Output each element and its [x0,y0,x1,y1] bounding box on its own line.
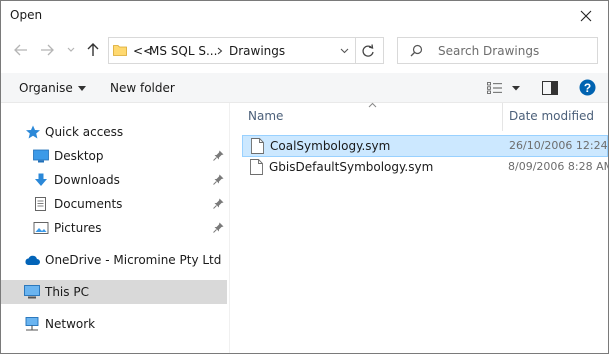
sidebar-item-label: Network [45,317,96,331]
column-header-label: Date modified [509,109,595,123]
sidebar-item-network[interactable]: Network [1,312,227,336]
forward-button[interactable] [39,42,55,58]
star-icon [26,125,40,139]
file-name: GbisDefaultSymbology.sym [269,160,434,174]
sidebar-item-documents[interactable]: Documents [1,192,227,216]
refresh-icon[interactable] [359,42,377,60]
chevron-down-icon[interactable] [340,48,349,54]
download-icon [35,173,47,186]
open-dialog: Open << MS SQL S... Drawings Search Draw… [0,0,609,354]
file-icon [250,159,263,175]
new-folder-button[interactable]: New folder [110,81,175,95]
navigation-pane: Quick access Desktop Downloads Documents… [1,103,229,353]
chevron-down-icon [67,47,75,52]
sidebar-item-label: Downloads [54,173,120,187]
cloud-icon [25,255,40,265]
sidebar-item-this-pc[interactable]: This PC [1,280,227,304]
organise-label: Organise [19,81,73,95]
close-button[interactable] [574,5,598,27]
pin-icon[interactable] [213,198,224,209]
file-name: CoalSymbology.sym [270,139,391,153]
pictures-icon [33,222,49,234]
sidebar-item-downloads[interactable]: Downloads [1,168,227,192]
caret-down-icon [77,86,86,91]
view-options-icon[interactable] [487,82,503,94]
breadcrumb-segment[interactable]: Drawings [229,44,285,58]
folder-icon [113,45,127,56]
up-button[interactable] [85,42,101,58]
sidebar-item-label: Desktop [54,149,104,163]
sidebar-item-pictures[interactable]: Pictures [1,216,227,240]
column-header-date-modified[interactable]: Date modified [503,103,608,131]
address-bar[interactable]: << MS SQL S... Drawings [108,37,384,64]
breadcrumb-segment[interactable]: MS SQL S... [149,44,217,58]
sidebar-item-label: OneDrive - Micromine Pty Ltd [45,253,222,267]
navigation-row: << MS SQL S... Drawings Search Drawings [1,33,608,69]
arrow-right-icon [41,44,54,56]
breadcrumb-chevron-icon [217,47,223,55]
sidebar-item-quick-access[interactable]: Quick access [1,120,227,144]
sidebar-item-label: This PC [45,285,89,299]
back-button[interactable] [13,42,29,58]
close-icon [580,10,592,22]
pin-icon[interactable] [213,150,224,161]
computer-icon [24,285,40,299]
file-list: Name Date modified CoalSymbology.sym 26/… [230,102,608,353]
sidebar-item-label: Documents [54,197,123,211]
arrow-up-icon [87,43,99,56]
sidebar-item-desktop[interactable]: Desktop [1,144,227,168]
sidebar-item-onedrive[interactable]: OneDrive - Micromine Pty Ltd [1,248,227,272]
sidebar-item-label: Pictures [54,221,102,235]
window-title: Open [10,8,43,22]
search-box[interactable]: Search Drawings [397,37,598,64]
pin-icon[interactable] [213,222,224,233]
divider [355,38,356,63]
recent-locations-button[interactable] [63,42,79,58]
search-icon [410,44,423,57]
file-date-modified: 8/09/2006 8:28 AM [508,160,608,173]
title-bar: Open [1,1,608,31]
list-item[interactable]: GbisDefaultSymbology.sym 8/09/2006 8:28 … [242,157,608,179]
file-date-modified: 26/10/2006 12:24 P [509,139,609,152]
search-input[interactable]: Search Drawings [438,44,539,58]
list-item[interactable]: CoalSymbology.sym 26/10/2006 12:24 P [242,135,608,157]
documents-icon [35,197,46,211]
preview-pane-icon[interactable] [542,81,558,95]
desktop-icon [33,149,49,163]
arrow-left-icon [14,44,27,56]
sort-ascending-icon [368,102,377,108]
organise-button[interactable]: Organise [19,81,86,95]
command-bar: Organise New folder ? [1,73,608,103]
network-icon [25,317,39,331]
chevron-down-icon[interactable] [512,86,520,91]
svg-text:?: ? [584,81,591,95]
sidebar-item-label: Quick access [45,125,124,139]
help-icon[interactable]: ? [579,79,596,96]
pin-icon[interactable] [213,174,224,185]
file-icon [251,138,264,154]
column-header-label: Name [248,109,284,123]
column-header-name[interactable]: Name [230,102,502,131]
